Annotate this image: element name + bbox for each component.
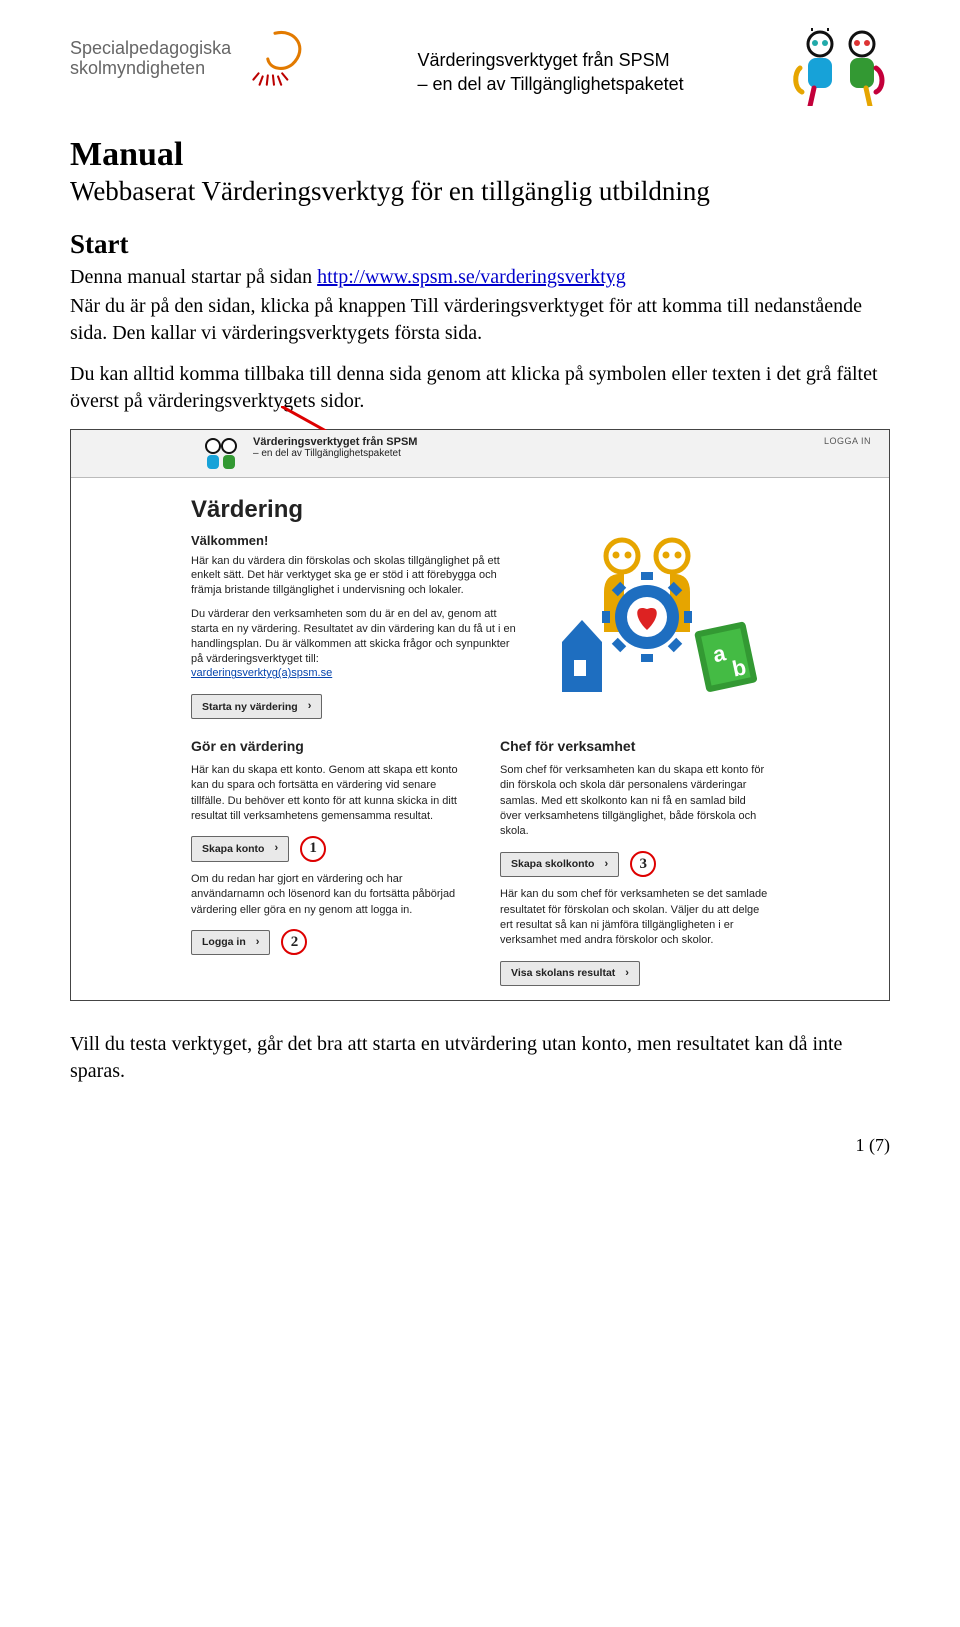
doc-title: Manual xyxy=(70,136,890,174)
start-new-evaluation-button[interactable]: Starta ny värdering › xyxy=(191,694,322,719)
welcome-block: Välkommen! Här kan du värdera din försko… xyxy=(191,532,519,719)
intro-paragraph-3: Du kan alltid komma tillbaka till denna … xyxy=(70,361,890,415)
welcome-heading: Välkommen! xyxy=(191,532,519,550)
robots-icon xyxy=(790,28,890,106)
login-button[interactable]: Logga in › xyxy=(191,930,270,955)
show-school-results-button[interactable]: Visa skolans resultat › xyxy=(500,961,640,986)
brand-logo: Specialpedagogiska skolmyndigheten xyxy=(70,28,311,90)
page-number: 1 (7) xyxy=(70,1135,890,1156)
logo-swirl-icon xyxy=(239,28,311,90)
vardering-heading: Värdering xyxy=(191,496,769,524)
annotation-circle-2: 2 xyxy=(281,929,307,955)
chevron-right-icon: › xyxy=(625,966,629,981)
grey-header-bar[interactable]: Värderingsverktyget från SPSM – en del a… xyxy=(71,430,889,478)
brand-line1: Specialpedagogiska xyxy=(70,39,231,59)
mini-robots-icon xyxy=(201,436,243,472)
header-tagline: Värderingsverktyget från SPSM – en del a… xyxy=(417,28,683,97)
grey-bar-subtitle: – en del av Tillgänglighetspaketet xyxy=(253,448,417,459)
chevron-right-icon: › xyxy=(604,857,608,872)
create-account-button[interactable]: Skapa konto › xyxy=(191,836,289,861)
chevron-right-icon: › xyxy=(256,935,260,950)
contact-email-link[interactable]: varderingsverktyg(a)spsm.se xyxy=(191,667,332,679)
start-heading: Start xyxy=(70,229,890,260)
grey-bar-title: Värderingsverktyget från SPSM xyxy=(253,436,417,448)
closing-paragraph: Vill du testa verktyget, går det bra att… xyxy=(70,1031,890,1085)
chevron-right-icon: › xyxy=(274,841,278,856)
intro-paragraph-1: Denna manual startar på sidan http://www… xyxy=(70,264,890,291)
welcome-illustration: a b xyxy=(539,532,769,702)
login-link[interactable]: LOGGA IN xyxy=(824,436,871,446)
brand-line2: skolmyndigheten xyxy=(70,59,231,79)
document-header: Specialpedagogiska skolmyndigheten Värde… xyxy=(70,28,890,106)
column-gor-vardering: Gör en värdering Här kan du skapa ett ko… xyxy=(191,737,460,986)
intro-paragraph-2: När du är på den sidan, klicka på knappe… xyxy=(70,293,890,347)
column-chef-verksamhet: Chef för verksamhet Som chef för verksam… xyxy=(500,737,769,986)
doc-subtitle: Webbaserat Värderingsverktyg för en till… xyxy=(70,176,890,207)
embedded-screenshot: Värderingsverktyget från SPSM – en del a… xyxy=(70,429,890,1001)
annotation-circle-3: 3 xyxy=(630,851,656,877)
chevron-right-icon: › xyxy=(308,699,312,714)
create-school-account-button[interactable]: Skapa skolkonto › xyxy=(500,852,619,877)
spsm-link[interactable]: http://www.spsm.se/varderingsverktyg xyxy=(317,266,626,288)
annotation-circle-1: 1 xyxy=(300,836,326,862)
